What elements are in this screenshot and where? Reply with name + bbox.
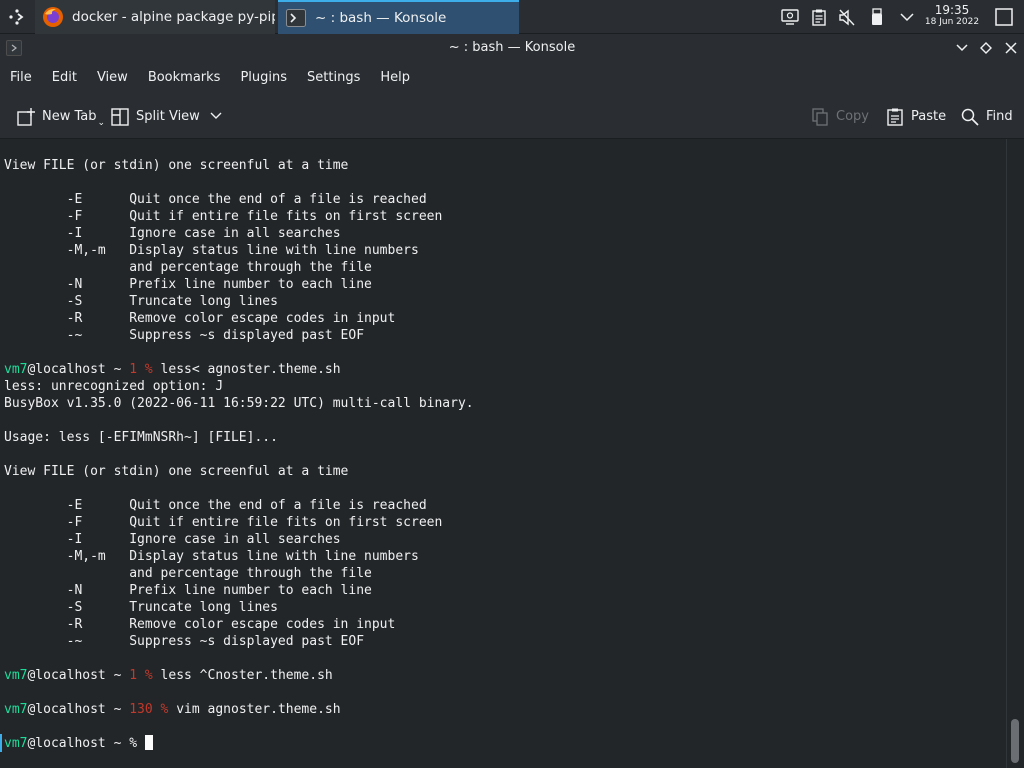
firefox-icon xyxy=(41,5,65,29)
current-line-marker xyxy=(0,734,2,752)
terminal-line: -I Ignore case in all searches xyxy=(4,226,341,241)
terminal-line: -F Quit if entire file fits on first scr… xyxy=(4,515,443,530)
terminal-prompt-line: vm7@localhost ~ 130 % vim agnoster.theme… xyxy=(4,701,341,718)
maximize-button[interactable] xyxy=(977,39,995,57)
terminal-line: -M,-m Display status line with line numb… xyxy=(4,243,419,258)
prompt-user: vm7 xyxy=(4,736,28,751)
copy-label: Copy xyxy=(836,109,869,124)
paste-icon xyxy=(885,107,905,127)
terminal-line: -N Prefix line number to each line xyxy=(4,583,372,598)
application-launcher-icon[interactable] xyxy=(0,0,34,34)
prompt-user: vm7 xyxy=(4,702,28,717)
menu-edit[interactable]: Edit xyxy=(42,62,87,94)
terminal-line: less: unrecognized option: J xyxy=(4,379,224,394)
menu-help[interactable]: Help xyxy=(370,62,420,94)
prompt-status: 1 % xyxy=(129,668,161,683)
copy-button[interactable]: Copy xyxy=(810,94,869,139)
terminal-line: Usage: less [-EFIMmNSRh~] [FILE]... xyxy=(4,430,278,445)
prompt-command: less< agnoster.theme.sh xyxy=(160,362,341,377)
terminal-cursor xyxy=(144,735,153,750)
taskbar-task-konsole[interactable]: ~ : bash — Konsole xyxy=(278,0,519,34)
prompt-status: 1 % xyxy=(129,362,161,377)
prompt-host: @localhost ~ xyxy=(27,702,130,717)
konsole-icon xyxy=(284,6,308,30)
menubar: File Edit View Bookmarks Plugins Setting… xyxy=(0,62,1024,94)
terminal-view[interactable]: View FILE (or stdin) one screenful at a … xyxy=(0,139,1006,768)
toolbar: New Tab ⌄ Split View Copy Paste Find xyxy=(0,94,1024,139)
menu-view[interactable]: View xyxy=(87,62,138,94)
window-titlebar[interactable]: ~ : bash — Konsole xyxy=(0,34,1024,62)
terminal-line: -N Prefix line number to each line xyxy=(4,277,372,292)
terminal-line: View FILE (or stdin) one screenful at a … xyxy=(4,158,349,173)
copy-icon xyxy=(810,107,830,127)
menu-bookmarks[interactable]: Bookmarks xyxy=(138,62,231,94)
split-view-label: Split View xyxy=(136,109,200,124)
clock-date: 18 Jun 2022 xyxy=(924,17,980,27)
chevron-down-icon[interactable] xyxy=(210,109,222,124)
terminal-line: -R Remove color escape codes in input xyxy=(4,311,396,326)
prompt-user: vm7 xyxy=(4,362,28,377)
terminal-line: -M,-m Display status line with line numb… xyxy=(4,549,419,564)
taskbar-task-label: ~ : bash — Konsole xyxy=(315,10,447,26)
terminal-line: -E Quit once the end of a file is reache… xyxy=(4,498,427,513)
taskbar-task-firefox[interactable]: docker - alpine package py-pip m... xyxy=(35,0,275,34)
terminal-line: BusyBox v1.35.0 (2022-06-11 16:59:22 UTC… xyxy=(4,396,474,411)
prompt-command: less ^Cnoster.theme.sh xyxy=(160,668,333,683)
clock[interactable]: 19:35 18 Jun 2022 xyxy=(922,4,982,28)
terminal-line: -S Truncate long lines xyxy=(4,600,278,615)
terminal-line: and percentage through the file xyxy=(4,566,372,581)
terminal-prompt-line: vm7@localhost ~ 1 % less< agnoster.theme… xyxy=(4,361,341,378)
taskbar: docker - alpine package py-pip m... ~ : … xyxy=(0,0,1024,34)
taskbar-task-label: docker - alpine package py-pip m... xyxy=(72,9,275,25)
menu-settings[interactable]: Settings xyxy=(297,62,370,94)
terminal-line: -~ Suppress ~s displayed past EOF xyxy=(4,328,365,343)
new-tab-dropdown-icon[interactable]: ⌄ xyxy=(98,118,106,128)
terminal-line: -~ Suppress ~s displayed past EOF xyxy=(4,634,365,649)
volume-muted-icon[interactable] xyxy=(836,0,858,34)
terminal-scrollbar[interactable] xyxy=(1006,139,1024,768)
terminal-line: -F Quit if entire file fits on first scr… xyxy=(4,209,443,224)
terminal-line: View FILE (or stdin) one screenful at a … xyxy=(4,464,349,479)
window-title: ~ : bash — Konsole xyxy=(448,40,576,55)
display-config-icon[interactable] xyxy=(778,0,802,34)
clock-time: 19:35 xyxy=(934,3,970,17)
prompt-host: @localhost ~ xyxy=(27,668,130,683)
prompt-status: 130 % xyxy=(129,702,177,717)
find-button[interactable]: Find xyxy=(960,94,1013,139)
split-view-icon xyxy=(110,107,130,127)
prompt-command: vim agnoster.theme.sh xyxy=(176,702,341,717)
show-desktop-icon[interactable] xyxy=(992,0,1016,34)
prompt-user: vm7 xyxy=(4,668,28,683)
split-view-button[interactable]: Split View xyxy=(110,94,222,139)
paste-label: Paste xyxy=(911,109,947,124)
clipboard-icon[interactable] xyxy=(808,0,830,34)
scrollbar-thumb[interactable] xyxy=(1011,719,1019,763)
paste-button[interactable]: Paste xyxy=(885,94,946,139)
terminal-prompt-line[interactable]: vm7@localhost ~ % xyxy=(4,735,153,752)
new-tab-button[interactable]: New Tab ⌄ xyxy=(16,94,105,139)
terminal-line: and percentage through the file xyxy=(4,260,372,275)
prompt-host: @localhost ~ xyxy=(27,362,130,377)
terminal-line: -S Truncate long lines xyxy=(4,294,278,309)
minimize-button[interactable] xyxy=(953,39,971,57)
terminal-line: -R Remove color escape codes in input xyxy=(4,617,396,632)
close-button[interactable] xyxy=(1002,39,1020,57)
usb-device-icon[interactable] xyxy=(866,0,888,34)
find-label: Find xyxy=(986,109,1013,124)
window-menu-icon[interactable] xyxy=(6,40,22,56)
new-tab-label: New Tab xyxy=(42,109,97,124)
search-icon xyxy=(960,107,980,127)
terminal-line: -E Quit once the end of a file is reache… xyxy=(4,192,427,207)
terminal-prompt-line: vm7@localhost ~ 1 % less ^Cnoster.theme.… xyxy=(4,667,333,684)
new-tab-icon xyxy=(16,107,36,127)
prompt-host: @localhost ~ % xyxy=(27,736,145,751)
menu-file[interactable]: File xyxy=(0,62,42,94)
menu-plugins[interactable]: Plugins xyxy=(230,62,297,94)
terminal-line: -I Ignore case in all searches xyxy=(4,532,341,547)
chevron-down-icon[interactable] xyxy=(896,0,918,34)
